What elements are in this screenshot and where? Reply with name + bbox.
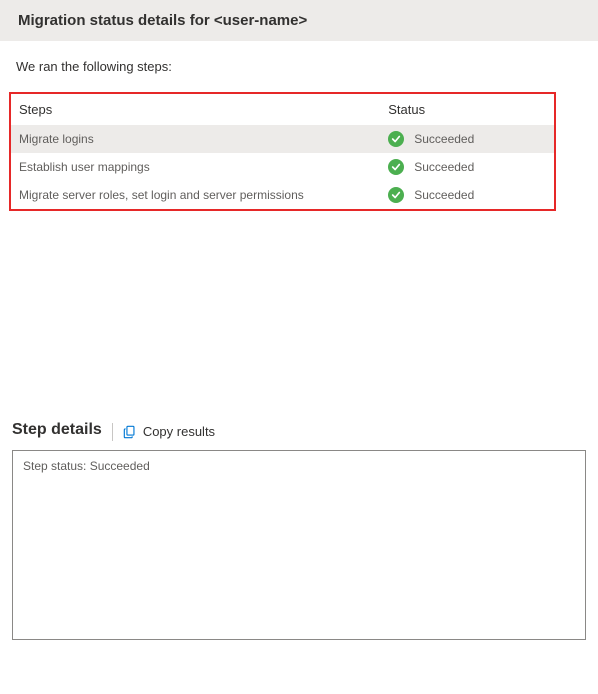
step-cell: Migrate server roles, set login and serv… xyxy=(11,181,380,209)
status-cell-wrap: Succeeded xyxy=(380,181,554,209)
page-header: Migration status details for <user-name> xyxy=(0,0,598,41)
column-header-steps: Steps xyxy=(11,94,380,125)
steps-table: Steps Status Migrate logins Succeeded xyxy=(11,94,554,209)
step-details-title: Step details xyxy=(12,421,102,442)
table-row[interactable]: Migrate logins Succeeded xyxy=(11,125,554,153)
table-row[interactable]: Migrate server roles, set login and serv… xyxy=(11,181,554,209)
step-cell: Establish user mappings xyxy=(11,153,380,181)
column-header-status: Status xyxy=(380,94,554,125)
steps-panel: Steps Status Migrate logins Succeeded xyxy=(9,92,556,211)
copy-icon xyxy=(123,425,137,439)
table-header-row: Steps Status xyxy=(11,94,554,125)
copy-results-button[interactable]: Copy results xyxy=(123,424,215,439)
copy-results-label: Copy results xyxy=(143,424,215,439)
step-status-text: Step status: Succeeded xyxy=(23,459,150,473)
status-label: Succeeded xyxy=(414,160,474,174)
table-row[interactable]: Establish user mappings Succeeded xyxy=(11,153,554,181)
content-area: We ran the following steps: Steps Status… xyxy=(0,41,598,211)
step-details-box: Step status: Succeeded xyxy=(12,450,586,640)
step-details-section: Step details Copy results Step status: S… xyxy=(0,421,598,640)
intro-text: We ran the following steps: xyxy=(12,59,586,74)
status-label: Succeeded xyxy=(414,188,474,202)
page-title: Migration status details for <user-name> xyxy=(18,12,307,29)
status-cell-wrap: Succeeded xyxy=(380,153,554,181)
vertical-divider xyxy=(112,423,113,441)
step-details-header: Step details Copy results xyxy=(12,421,586,442)
step-cell: Migrate logins xyxy=(11,125,380,153)
status-cell-wrap: Succeeded xyxy=(380,125,554,153)
success-check-icon xyxy=(388,187,404,203)
success-check-icon xyxy=(388,131,404,147)
status-label: Succeeded xyxy=(414,132,474,146)
success-check-icon xyxy=(388,159,404,175)
